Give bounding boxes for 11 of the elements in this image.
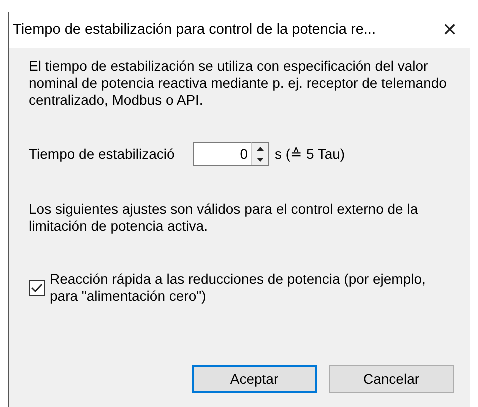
settling-time-field[interactable]: 0 <box>193 142 251 166</box>
dialog-button[interactable]: Aceptar <box>192 365 317 393</box>
close-button[interactable]: ✕ <box>430 19 470 41</box>
settling-time-label: Tiempo de estabilizació <box>29 146 176 162</box>
unit-label: s (≙ 5 Tau) <box>275 146 346 162</box>
dialog-button[interactable]: Cancelar <box>329 365 454 393</box>
checkbox[interactable] <box>29 280 45 296</box>
checkbox-label: Reacción rápida a las reducciones de potencia (por ejemplo, para "alimentación cero") <box>50 271 427 305</box>
window-title: Tiempo de estabilización para control de la potencia re... <box>13 22 377 38</box>
intro-text: El tiempo de estabilización se utiliza con especificación del valor nominal de potencia reactiva mediante p. ej. receptor de telemando centralizado, Modbus o API. <box>29 58 447 109</box>
note-text: Los siguientes ajustes son válidos para el control externo de la limitación de potencia activa. <box>29 201 420 235</box>
